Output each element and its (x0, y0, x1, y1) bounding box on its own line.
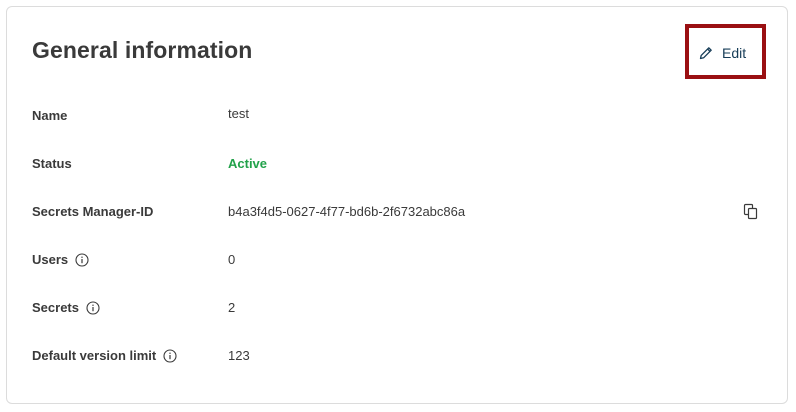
secrets-label-text: Secrets (32, 300, 79, 315)
field-value-default-version-limit: 123 (228, 348, 250, 363)
field-label-status: Status (32, 156, 72, 171)
info-icon[interactable] (163, 348, 177, 363)
field-value-secrets: 2 (228, 300, 236, 315)
default-version-limit-label-text: Default version limit (32, 348, 157, 363)
edit-button[interactable]: Edit (698, 41, 746, 65)
field-row-secrets: Secrets 2 (32, 300, 772, 320)
status-badge: Active (228, 156, 268, 171)
copy-icon[interactable] (743, 203, 759, 221)
pencil-icon (698, 45, 714, 61)
field-value-name: test (228, 106, 249, 121)
field-row-status: Status Active (32, 156, 772, 176)
field-row-secrets-manager-id: Secrets Manager-ID b4a3f4d5-0627-4f77-bd… (32, 203, 772, 224)
name-label-text: Name (32, 108, 68, 123)
info-icon[interactable] (75, 252, 89, 267)
field-label-default-version-limit: Default version limit (32, 348, 177, 363)
edit-button-label: Edit (722, 45, 747, 61)
field-label-secrets: Secrets (32, 300, 100, 315)
field-label-name: Name (32, 108, 67, 123)
field-label-secrets-manager-id: Secrets Manager-ID (32, 204, 153, 219)
field-value-users: 0 (228, 252, 236, 267)
users-label-text: Users (32, 252, 69, 267)
field-value-secrets-manager-id: b4a3f4d5-0627-4f77-bd6b-2f6732abc86a (228, 204, 466, 219)
field-row-name: Name test (32, 106, 772, 128)
general-information-card: General information Edit Name test Statu… (6, 6, 788, 404)
secrets-manager-id-label-text: Secrets Manager-ID (32, 204, 154, 219)
field-row-users: Users 0 (32, 252, 772, 272)
field-row-default-version-limit: Default version limit 123 (32, 348, 772, 368)
info-icon[interactable] (86, 300, 100, 315)
card-title: General information (32, 37, 253, 63)
field-label-users: Users (32, 252, 89, 267)
status-label-text: Status (32, 156, 72, 171)
